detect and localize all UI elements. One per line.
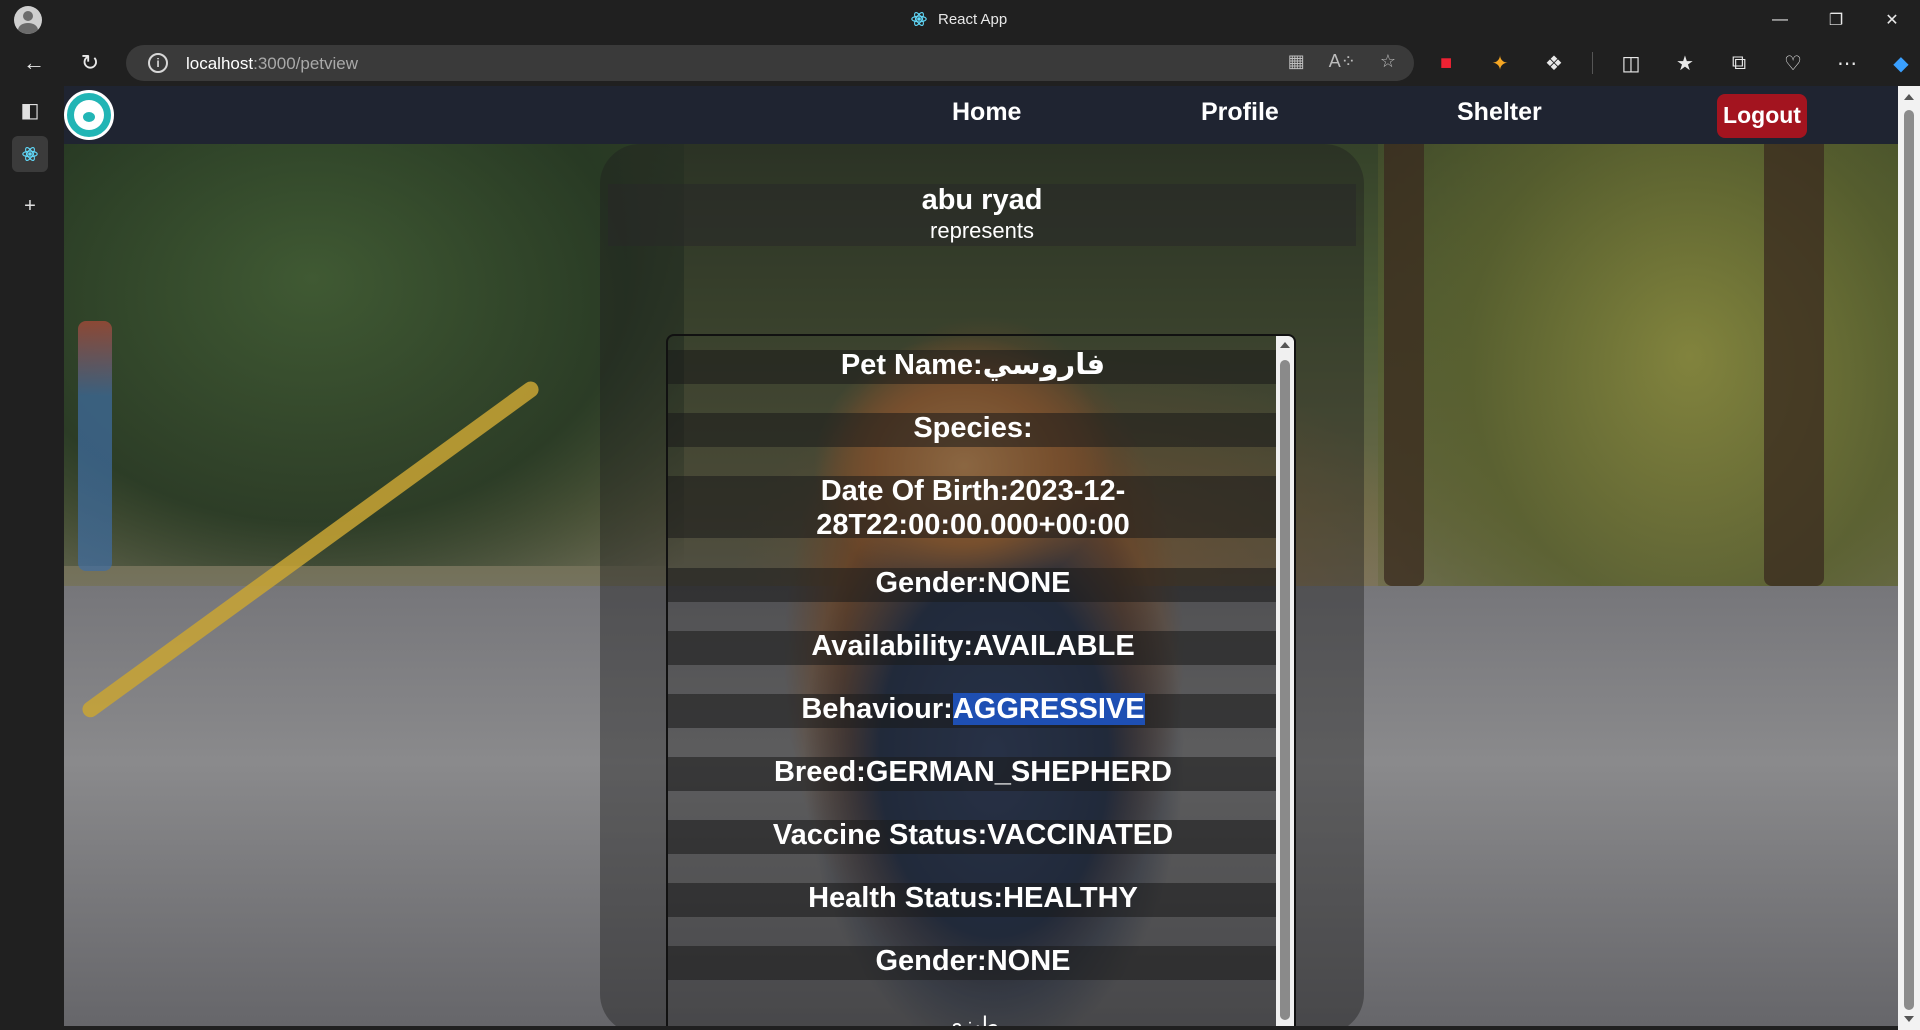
performance-icon[interactable]: ♡ (1777, 48, 1809, 78)
browser-toolbar: ← ↻ i localhost:3000/petview ▦ A⁘ ☆ ■ ✦ … (0, 40, 1920, 86)
react-tab-icon[interactable] (12, 136, 48, 172)
copilot-icon[interactable]: ◆ (1885, 48, 1917, 78)
refresh-icon[interactable]: ↻ (74, 48, 106, 78)
background-trunk (1764, 116, 1824, 586)
restore-icon[interactable]: ❐ (1808, 0, 1864, 40)
row-value: فاروسي (982, 349, 1106, 381)
pet-card: abu ryad represents Pet Name:فاروسي Spec… (600, 144, 1364, 1026)
app-navbar: Home Profile Shelter Logout (64, 86, 1898, 144)
scroll-up-icon[interactable] (1280, 342, 1290, 348)
url-text[interactable]: localhost:3000/petview (186, 54, 358, 74)
row-value: NONE (986, 945, 1071, 977)
health-status-row: Health Status:HEALTHY (668, 869, 1278, 932)
url-path: :3000/petview (253, 54, 359, 73)
list-scrollbar[interactable] (1276, 336, 1294, 1026)
favorites-icon[interactable]: ★ (1669, 48, 1701, 78)
logout-button[interactable]: Logout (1717, 94, 1807, 138)
row-value: VACCINATED (987, 819, 1174, 851)
species-row: Species: (668, 399, 1278, 462)
gender-row: Gender:NONE (668, 932, 1278, 995)
row-value: NONE (986, 567, 1071, 599)
tab-title: React App (910, 10, 1007, 28)
background-trunk (1384, 116, 1424, 586)
description-text: طيزي (945, 1012, 999, 1026)
card-subtitle: represents (930, 218, 1034, 243)
background-pole (78, 321, 112, 571)
vertical-tab-strip: ◧ + (0, 86, 64, 1030)
row-label: Breed: (773, 756, 866, 788)
vaccine-status-row: Vaccine Status:VACCINATED (668, 806, 1278, 869)
new-tab-icon[interactable]: + (12, 188, 48, 224)
nav-home-link[interactable]: Home (952, 98, 1021, 127)
app-available-icon[interactable]: ▦ (1288, 51, 1305, 72)
read-aloud-icon[interactable]: A⁘ (1329, 51, 1356, 72)
row-value-selected: AGGRESSIVE (952, 693, 1145, 725)
profile-avatar[interactable] (14, 6, 42, 34)
minimize-icon[interactable]: — (1752, 0, 1808, 40)
availability-row: Availability:AVAILABLE (668, 617, 1278, 680)
row-value: HEALTHY (1003, 882, 1138, 914)
scroll-down-icon[interactable] (1904, 1016, 1914, 1022)
row-value: AVAILABLE (973, 630, 1135, 662)
row-label: Health Status: (808, 882, 1004, 914)
row-label: Gender: (875, 945, 987, 977)
row-label: Behaviour: (801, 693, 953, 725)
more-icon[interactable]: ⋯ (1831, 48, 1863, 78)
row-label: Species: (913, 412, 1033, 444)
window-title-bar: React App — ❐ ✕ (0, 0, 1920, 40)
card-header: abu ryad represents (608, 184, 1356, 246)
scroll-thumb[interactable] (1280, 360, 1290, 1020)
extensions-icon[interactable]: ❖ (1538, 48, 1570, 78)
extension-1-icon[interactable]: ■ (1430, 48, 1462, 78)
paw-logo-icon[interactable] (64, 90, 114, 140)
pet-details-list[interactable]: Pet Name:فاروسي Species: Date Of Birth:2… (666, 334, 1296, 1026)
pet-name-row: Pet Name:فاروسي (668, 336, 1278, 399)
page-scrollbar[interactable] (1898, 86, 1920, 1030)
row-label: Vaccine Status: (772, 819, 988, 851)
toolbar-separator (1592, 52, 1593, 74)
tab-title-text: React App (938, 10, 1008, 28)
nav-shelter-link[interactable]: Shelter (1457, 98, 1542, 127)
extension-2-icon[interactable]: ✦ (1484, 48, 1516, 78)
url-host: localhost (186, 54, 254, 73)
favorite-star-icon[interactable]: ☆ (1380, 51, 1396, 72)
gender-row: Gender:NONE (668, 554, 1278, 617)
react-icon (911, 12, 927, 26)
breed-row: Breed:GERMAN_SHEPHERD (668, 743, 1278, 806)
collections-icon[interactable]: ⧉ (1723, 48, 1755, 78)
scroll-up-icon[interactable] (1904, 94, 1914, 100)
page-viewport: Home Profile Shelter Logout abu ryad rep… (64, 86, 1898, 1026)
address-bar[interactable]: i localhost:3000/petview ▦ A⁘ ☆ (126, 45, 1414, 81)
row-label: Date Of Birth: (820, 475, 1010, 507)
scroll-thumb[interactable] (1904, 110, 1914, 1010)
row-label: Pet Name: (840, 349, 983, 381)
row-label: Availability: (811, 630, 974, 662)
back-icon[interactable]: ← (18, 48, 50, 78)
close-icon[interactable]: ✕ (1864, 0, 1920, 40)
site-info-icon[interactable]: i (148, 53, 168, 73)
tab-actions-icon[interactable]: ◧ (12, 92, 48, 128)
row-value: GERMAN_SHEPHERD (865, 756, 1173, 788)
row-label: Gender: (875, 567, 987, 599)
split-screen-icon[interactable]: ◫ (1615, 48, 1647, 78)
behaviour-row: Behaviour:AGGRESSIVE (668, 680, 1278, 743)
nav-profile-link[interactable]: Profile (1201, 98, 1279, 127)
date-of-birth-row: Date Of Birth:2023-12-28T22:00:00.000+00… (668, 462, 1278, 554)
owner-name: abu ryad (921, 184, 1043, 216)
